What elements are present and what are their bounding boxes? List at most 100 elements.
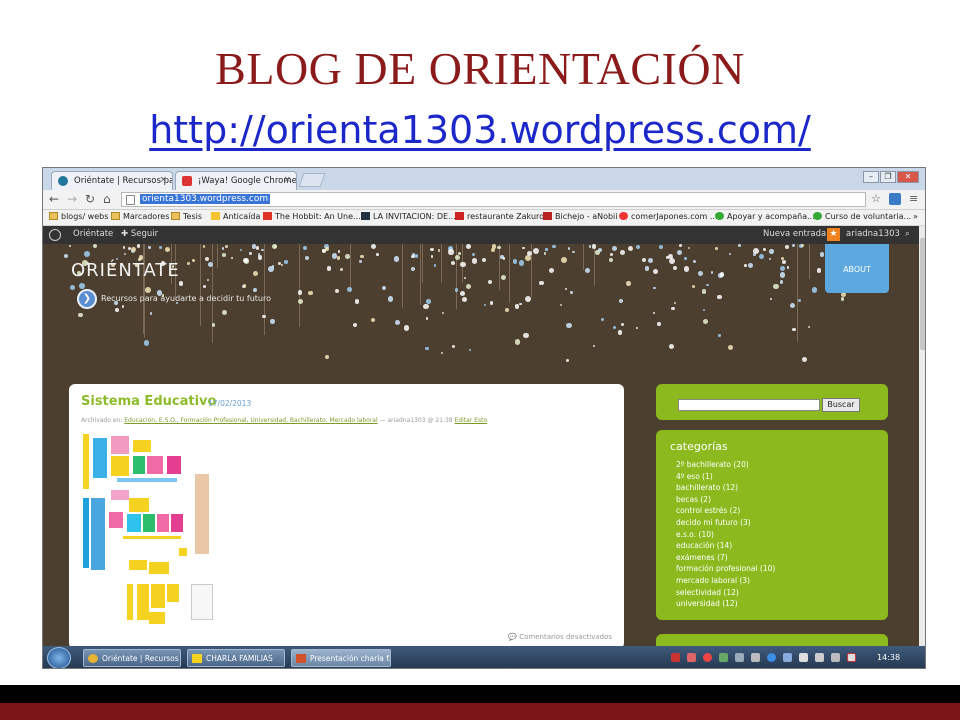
flower-decoration (684, 256, 688, 260)
address-bar[interactable]: orienta1303.wordpress.com (121, 192, 866, 207)
menu-icon[interactable]: ≡ (909, 192, 918, 205)
scrollbar-thumb[interactable] (920, 238, 925, 350)
category-link[interactable]: decido mi futuro (3) (676, 517, 775, 529)
flower-decoration (472, 253, 476, 257)
star-icon[interactable]: ☆ (871, 192, 881, 205)
search-input[interactable] (678, 399, 820, 411)
bookmark-item[interactable]: Bichejo - aNobii (543, 212, 618, 221)
task-powerpoint[interactable]: Presentación charla f... (291, 649, 391, 667)
flower-decoration (673, 301, 677, 305)
flower-decoration (79, 283, 86, 290)
education-system-diagram[interactable] (83, 434, 233, 634)
forward-icon[interactable]: → (67, 192, 77, 206)
task-word[interactable]: CHARLA FAMILIAS (187, 649, 285, 667)
flower-decoration (610, 252, 614, 256)
flower-decoration (768, 257, 771, 260)
close-window-button[interactable]: ✕ (897, 171, 919, 183)
about-button[interactable]: ABOUT (825, 244, 889, 293)
blog-url-link[interactable]: http://orienta1303.wordpress.com/ (0, 108, 960, 152)
flag-icon[interactable] (847, 653, 856, 662)
flower-decoration (561, 257, 567, 264)
bookmark-item[interactable]: The Hobbit: An Une... (263, 212, 361, 221)
post-title[interactable]: Sistema Educativo (81, 394, 216, 409)
bookmarks-more[interactable]: » (913, 212, 918, 221)
category-link[interactable]: universidad (12) (676, 598, 775, 610)
bookmark-item[interactable]: comerJapones.com ... (619, 212, 718, 221)
search-icon[interactable]: ⌕ (905, 229, 910, 239)
category-link[interactable]: bachillerato (12) (676, 482, 775, 494)
category-link[interactable]: 4º eso (1) (676, 471, 775, 483)
follow-button[interactable]: ✚ Seguir (121, 229, 158, 239)
network-icon[interactable] (815, 653, 824, 662)
bookmark-item[interactable]: restaurante Zakuro (455, 212, 544, 221)
minimize-button[interactable]: – (863, 171, 879, 183)
folder-icon (111, 212, 120, 220)
category-link[interactable]: educación (14) (676, 540, 775, 552)
close-icon[interactable]: × (283, 175, 291, 185)
anobii-icon (543, 212, 552, 220)
category-link[interactable]: control estrés (2) (676, 505, 775, 517)
back-icon[interactable]: ← (49, 192, 59, 206)
vine-decoration (264, 244, 266, 335)
site-logo[interactable]: ORIÉNTATE (71, 260, 180, 281)
tab-waya[interactable]: ¡Waya! Google Chrome no × (175, 171, 297, 190)
admin-bar-user[interactable]: ariadna1303 (846, 229, 900, 239)
flower-decoration (572, 250, 575, 254)
tray-icon[interactable] (719, 653, 728, 662)
edit-link[interactable]: Editar Esto (455, 417, 488, 424)
tray-icon[interactable] (783, 653, 792, 662)
extension-icon[interactable] (889, 193, 901, 205)
windows-taskbar: Oriéntate | Recursos ... CHARLA FAMILIAS… (43, 646, 925, 668)
bookmark-folder[interactable]: blogs/ webs (49, 212, 108, 221)
new-tab-button[interactable] (298, 173, 326, 187)
site-tagline: Recursos para ayudarte a decidir tu futu… (101, 294, 271, 303)
reload-icon[interactable]: ↻ (85, 192, 95, 206)
site-icon (361, 212, 370, 220)
admin-bar-site[interactable]: Oriéntate (73, 229, 113, 239)
flower-decoration (258, 253, 261, 256)
acrobat-icon[interactable] (671, 653, 680, 662)
tray-icon[interactable] (687, 653, 696, 662)
category-link[interactable]: becas (2) (676, 494, 775, 506)
close-icon[interactable]: × (159, 175, 167, 185)
zomato-icon (455, 212, 464, 220)
skype-icon[interactable] (767, 653, 776, 662)
blog-post: Sistema Educativo 17/02/2013 Archivado e… (69, 384, 624, 646)
bookmark-item[interactable]: Apoyar y acompaña... (715, 212, 815, 221)
flower-decoration (717, 333, 721, 337)
flower-decoration (221, 247, 225, 250)
flower-decoration (451, 344, 456, 349)
category-link[interactable]: exámenes (7) (676, 552, 775, 564)
bookmark-folder[interactable]: Marcadores (111, 212, 169, 221)
start-button[interactable] (47, 647, 71, 668)
bookmark-folder[interactable]: Tesis (171, 212, 202, 221)
tray-icon[interactable] (799, 653, 808, 662)
category-link[interactable]: e.s.o. (10) (676, 529, 775, 541)
bookmark-item[interactable]: Curso de voluntaria... (813, 212, 911, 221)
bookmark-item[interactable]: LA INVITACION: DE... (361, 212, 456, 221)
bookmark-item[interactable]: Anticaída (211, 212, 260, 221)
tray-icon[interactable] (703, 653, 712, 662)
new-post-button[interactable]: Nueva entrada (763, 229, 826, 239)
flower-decoration (717, 294, 722, 299)
tray-icon[interactable] (751, 653, 760, 662)
notifications-icon[interactable]: ★ (827, 228, 840, 241)
category-link[interactable]: formación profesional (10) (676, 563, 775, 575)
home-icon[interactable]: ⌂ (103, 192, 111, 206)
task-chrome[interactable]: Oriéntate | Recursos ... (83, 649, 181, 667)
wordpress-icon[interactable] (49, 229, 61, 241)
volume-icon[interactable] (831, 653, 840, 662)
category-link[interactable]: selectividad (12) (676, 587, 775, 599)
tab-orientate[interactable]: Oriéntate | Recursos para × (51, 171, 173, 190)
category-link[interactable]: mercado laboral (3) (676, 575, 775, 587)
flower-decoration (481, 257, 487, 263)
category-link[interactable]: 2º bachillerato (20) (676, 459, 775, 471)
search-button[interactable]: Buscar (822, 398, 860, 412)
flower-decoration (138, 255, 144, 260)
categories-title: categorías (670, 440, 728, 453)
restore-button[interactable]: ❐ (880, 171, 896, 183)
tray-icon[interactable] (735, 653, 744, 662)
arrow-icon: ❯ (77, 289, 97, 309)
scrollbar[interactable] (919, 226, 925, 646)
post-categories[interactable]: Educación, E.S.O., Formación Profesional… (124, 417, 377, 424)
